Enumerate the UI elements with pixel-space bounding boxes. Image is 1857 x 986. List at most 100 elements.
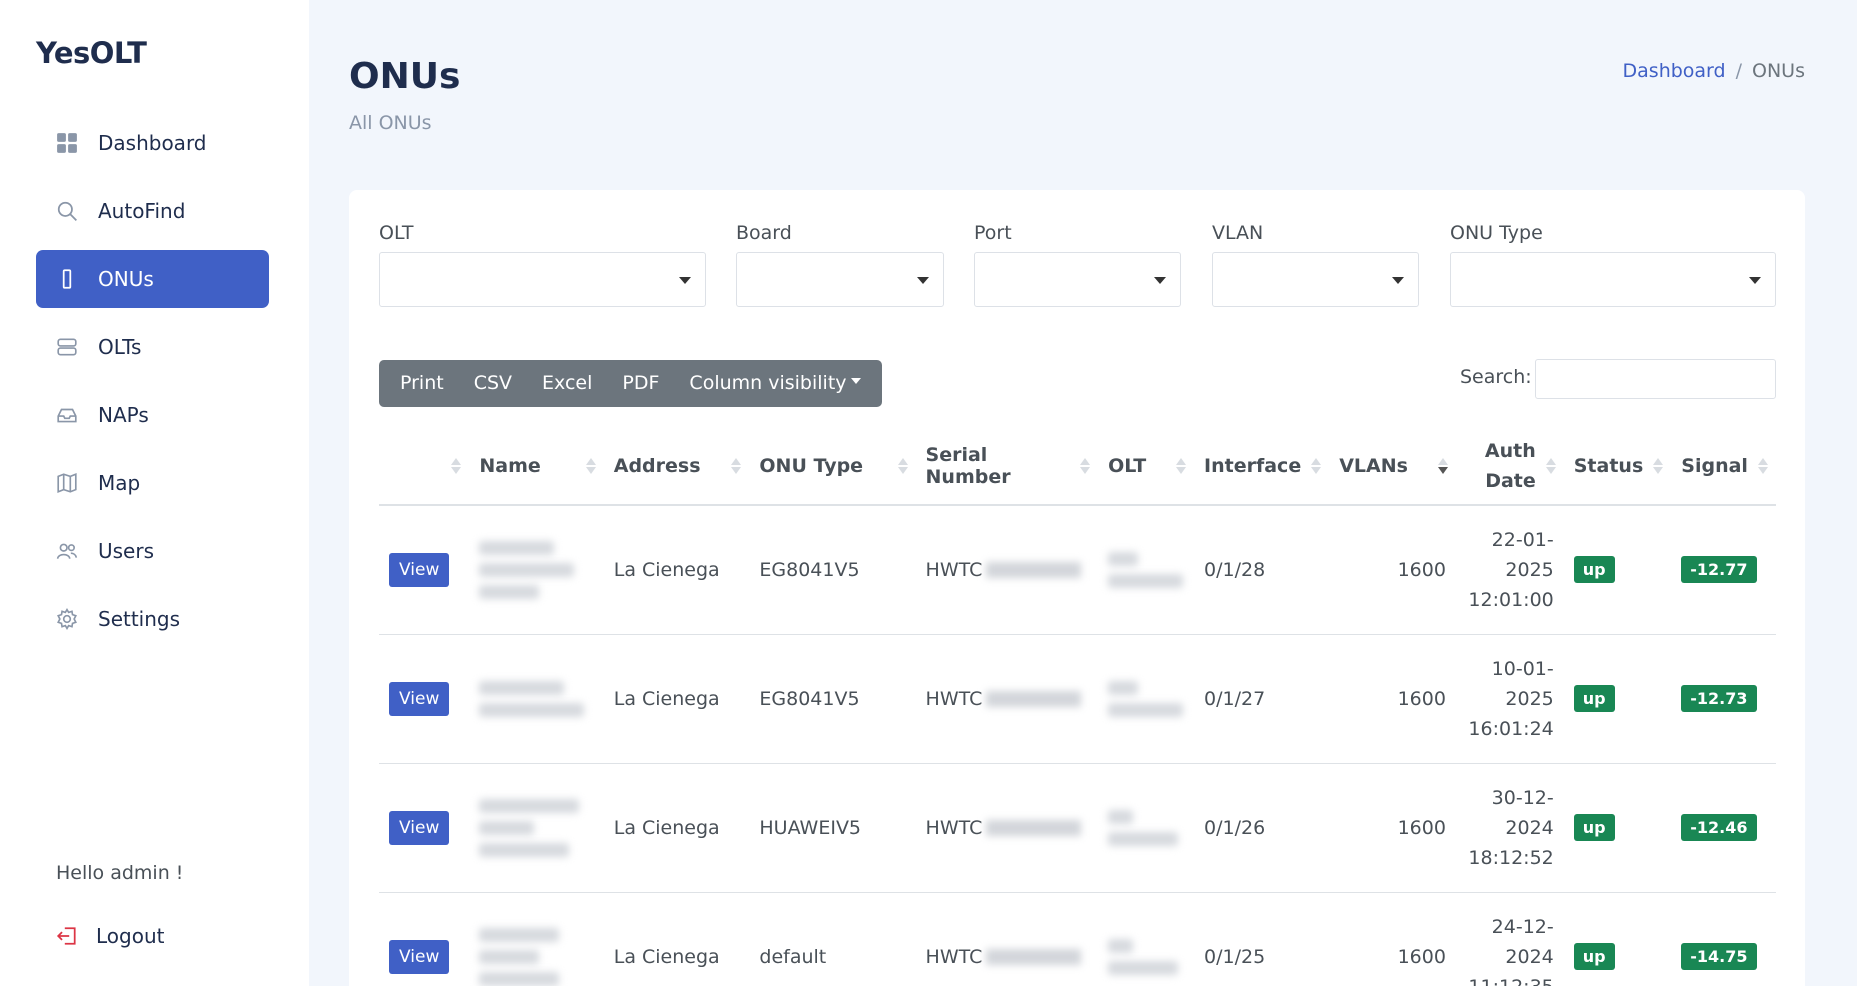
view-button[interactable]: View [389, 681, 450, 716]
status-badge: up [1573, 556, 1615, 584]
users-icon [56, 540, 78, 562]
breadcrumb: Dashboard / ONUs [1623, 60, 1805, 82]
sort-icon [1080, 458, 1091, 474]
filter-vlan: VLAN [1212, 222, 1419, 307]
filter-onu-type: ONU Type [1450, 222, 1776, 307]
filter-vlan-label: VLAN [1212, 222, 1264, 244]
vlan-select[interactable] [1212, 252, 1419, 307]
map-icon [56, 472, 78, 494]
column-header-status[interactable]: Status [1563, 428, 1672, 506]
filter-olt-label: OLT [379, 222, 414, 244]
sidebar: YesOLT Dashboard AutoFind ONUs OLTs NAPs [0, 0, 309, 986]
sort-icon [1176, 458, 1187, 474]
chevron-down-icon [850, 377, 861, 384]
column-header-olt[interactable]: OLT [1098, 428, 1195, 506]
page-subtitle: All ONUs [349, 112, 432, 134]
interface-cell: 0/1/26 [1194, 763, 1330, 893]
serial-number-cell: HWTC [926, 688, 1089, 710]
column-header-vlans[interactable]: VLANs [1329, 428, 1456, 506]
brand-logo[interactable]: YesOLT [36, 36, 147, 70]
view-button[interactable]: View [389, 552, 450, 587]
sort-icon [897, 458, 908, 474]
column-header-name[interactable]: Name [469, 428, 604, 506]
sidebar-item-label: Map [98, 471, 141, 495]
status-badge: up [1573, 814, 1615, 841]
vlans-cell: 1600 [1329, 892, 1456, 986]
vlans-cell: 1600 [1329, 505, 1456, 635]
sidebar-item-naps[interactable]: NAPs [36, 386, 269, 444]
olt-select[interactable] [379, 252, 706, 307]
search-input[interactable] [1535, 359, 1776, 399]
device-icon [56, 268, 78, 290]
sidebar-item-label: NAPs [98, 403, 149, 427]
onu-type-cell: EG8041V5 [749, 634, 916, 764]
column-header-serial-number[interactable]: Serial Number [915, 428, 1099, 506]
dashboard-icon [56, 132, 78, 154]
breadcrumb-link-dashboard[interactable]: Dashboard [1623, 60, 1726, 82]
column-header-signal[interactable]: Signal [1671, 428, 1776, 506]
filter-onu-type-label: ONU Type [1450, 222, 1543, 244]
view-button[interactable]: View [389, 939, 450, 974]
auth-date-cell: 30-12- 2024 18:12:52 [1455, 763, 1564, 893]
csv-button[interactable]: CSV [464, 360, 522, 407]
table-row: View La Cienega EG8041V5 HWTC 0/1/28 160… [379, 505, 1776, 635]
vlans-cell: 1600 [1329, 763, 1456, 893]
redacted-serial [986, 561, 1082, 578]
sort-icon [585, 458, 596, 474]
auth-date-cell: 22-01- 2025 12:01:00 [1455, 505, 1564, 635]
logout-button[interactable]: Logout [56, 924, 164, 948]
signal-badge: -12.73 [1681, 685, 1757, 712]
redacted-olt [1108, 938, 1184, 975]
board-select[interactable] [736, 252, 944, 307]
port-select[interactable] [974, 252, 1181, 307]
sidebar-item-olts[interactable]: OLTs [36, 318, 269, 376]
column-visibility-button[interactable]: Column visibility [679, 360, 870, 407]
serial-number-cell: HWTC [926, 946, 1089, 968]
sort-icon [451, 458, 462, 474]
sidebar-item-dashboard[interactable]: Dashboard [36, 114, 269, 172]
vlans-cell: 1600 [1329, 634, 1456, 764]
print-button[interactable]: Print [390, 360, 454, 407]
column-header-action[interactable] [379, 428, 470, 506]
column-header-auth-date[interactable]: Auth Date [1455, 428, 1564, 506]
status-badge: up [1573, 685, 1615, 712]
sidebar-item-onus[interactable]: ONUs [36, 250, 269, 308]
interface-cell: 0/1/28 [1194, 505, 1330, 635]
pdf-button[interactable]: PDF [612, 360, 669, 407]
signal-badge: -12.77 [1681, 556, 1757, 584]
server-icon [56, 336, 78, 358]
onu-type-cell: default [749, 892, 916, 986]
export-button-group: Print CSV Excel PDF Column visibility [379, 360, 882, 407]
sort-icon [1545, 458, 1556, 474]
table-row: View La Cienega default HWTC 0/1/25 1600… [379, 892, 1776, 986]
onu-type-select[interactable] [1450, 252, 1776, 307]
redacted-serial [986, 690, 1082, 707]
onu-type-cell: EG8041V5 [749, 505, 916, 635]
column-header-address[interactable]: Address [603, 428, 750, 506]
filter-board-label: Board [736, 222, 792, 244]
breadcrumb-current: ONUs [1752, 60, 1805, 82]
column-header-interface[interactable]: Interface [1194, 428, 1330, 506]
address-cell: La Cienega [603, 892, 750, 986]
column-header-onu-type[interactable]: ONU Type [749, 428, 916, 506]
sidebar-item-label: AutoFind [98, 199, 186, 223]
sort-icon-active [1437, 458, 1448, 474]
sidebar-item-users[interactable]: Users [36, 522, 269, 580]
redacted-name [479, 680, 593, 717]
sort-icon [1653, 458, 1664, 474]
sidebar-item-settings[interactable]: Settings [36, 590, 269, 648]
redacted-name [479, 540, 593, 599]
auth-date-cell: 24-12-202411:12:35 [1455, 892, 1564, 986]
search-label: Search: [1460, 366, 1532, 388]
interface-cell: 0/1/27 [1194, 634, 1330, 764]
sidebar-item-label: Settings [98, 607, 181, 631]
view-button[interactable]: View [389, 810, 450, 845]
sidebar-item-label: Dashboard [98, 131, 207, 155]
excel-button[interactable]: Excel [532, 360, 602, 407]
sidebar-item-autofind[interactable]: AutoFind [36, 182, 269, 240]
redacted-serial [986, 948, 1082, 965]
auth-date-cell: 10-01- 2025 16:01:24 [1455, 634, 1564, 764]
sidebar-item-map[interactable]: Map [36, 454, 269, 512]
redacted-olt [1108, 680, 1184, 717]
column-visibility-label: Column visibility [689, 372, 847, 394]
